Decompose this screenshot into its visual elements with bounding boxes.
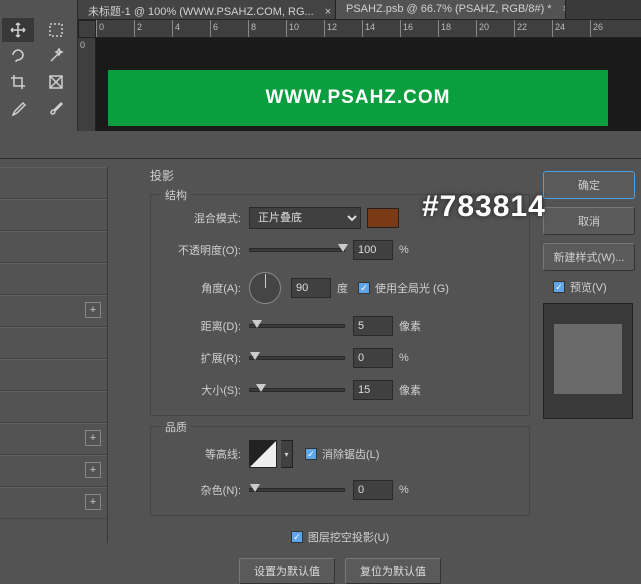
antialias-label: 消除锯齿(L) [322, 446, 379, 462]
distance-label: 距离(D): [161, 318, 241, 334]
spread-label: 扩展(R): [161, 350, 241, 366]
fieldset-label: 品质 [161, 419, 191, 435]
close-icon[interactable]: × [325, 6, 331, 18]
brush-tool-icon[interactable] [40, 96, 72, 120]
list-item[interactable] [0, 327, 107, 359]
canvas-area[interactable]: WWW.PSAHZ.COM [96, 38, 641, 131]
ruler-horizontal: 02 46 810 1214 1618 2022 2426 [96, 20, 641, 38]
panel-title: 投影 [150, 167, 530, 184]
list-item[interactable] [0, 167, 107, 199]
unit: % [399, 244, 409, 256]
preview-label: 预览(V) [570, 279, 607, 295]
move-tool-icon[interactable] [2, 18, 34, 42]
tab-label: 未标题-1 @ 100% (WWW.PSAHZ.COM, RG... [88, 6, 314, 18]
fieldset-label: 结构 [161, 187, 191, 203]
unit: 像素 [399, 318, 421, 334]
preview-checkbox[interactable] [553, 281, 565, 293]
plus-icon[interactable]: + [85, 494, 101, 510]
unit: 像素 [399, 382, 421, 398]
new-style-button[interactable]: 新建样式(W)... [543, 243, 635, 271]
plus-icon[interactable]: + [85, 430, 101, 446]
spread-slider[interactable] [249, 356, 345, 360]
tab-doc-2[interactable]: PSAHZ.psb @ 66.7% (PSAHZ, RGB/8#) * × [336, 0, 566, 19]
unit: % [399, 352, 409, 364]
lasso-tool-icon[interactable] [2, 44, 34, 68]
antialias-checkbox[interactable] [305, 448, 317, 460]
distance-input[interactable] [353, 316, 393, 336]
crop-tool-icon[interactable] [2, 70, 34, 94]
overlay-color-code: #783814 [422, 190, 546, 224]
color-swatch[interactable] [367, 208, 399, 228]
structure-fieldset: 结构 混合模式: 正片叠底 不透明度(O): % 角度(A): 度 使用全局光 … [150, 194, 530, 416]
preview-thumbnail [543, 303, 633, 419]
contour-label: 等高线: [161, 446, 241, 462]
list-item[interactable] [0, 231, 107, 263]
opacity-slider[interactable] [249, 248, 345, 252]
global-light-checkbox[interactable] [358, 282, 370, 294]
global-light-label: 使用全局光 (G) [375, 280, 449, 296]
banner-text: WWW.PSAHZ.COM [265, 87, 450, 109]
effects-list: + + + + [0, 167, 108, 543]
close-icon[interactable]: × [563, 3, 566, 15]
eyedropper-tool-icon[interactable] [2, 96, 34, 120]
angle-label: 角度(A): [161, 280, 241, 296]
size-slider[interactable] [249, 388, 345, 392]
plus-icon[interactable]: + [85, 462, 101, 478]
noise-label: 杂色(N): [161, 482, 241, 498]
dialog-actions: 确定 取消 新建样式(W)... 预览(V) [543, 171, 635, 419]
blend-mode-select[interactable]: 正片叠底 [249, 207, 361, 229]
tab-doc-1[interactable]: 未标题-1 @ 100% (WWW.PSAHZ.COM, RG... × [78, 0, 336, 19]
blend-mode-label: 混合模式: [161, 210, 241, 226]
banner-layer[interactable]: WWW.PSAHZ.COM [108, 70, 608, 126]
list-item[interactable]: + [0, 295, 107, 327]
list-item[interactable]: + [0, 455, 107, 487]
cancel-button[interactable]: 取消 [543, 207, 635, 235]
angle-dial[interactable] [249, 272, 281, 304]
opacity-input[interactable] [353, 240, 393, 260]
list-item[interactable] [0, 199, 107, 231]
list-item[interactable] [0, 391, 107, 423]
list-item[interactable]: + [0, 487, 107, 519]
list-item[interactable] [0, 263, 107, 295]
distance-slider[interactable] [249, 324, 345, 328]
frame-tool-icon[interactable] [40, 70, 72, 94]
list-item[interactable] [0, 359, 107, 391]
ruler-corner [78, 20, 96, 38]
unit: % [399, 484, 409, 496]
noise-slider[interactable] [249, 488, 345, 492]
plus-icon[interactable]: + [85, 302, 101, 318]
list-item[interactable]: + [0, 423, 107, 455]
ruler-vertical: 0 [78, 38, 96, 131]
wand-tool-icon[interactable] [40, 44, 72, 68]
noise-input[interactable] [353, 480, 393, 500]
tab-label: PSAHZ.psb @ 66.7% (PSAHZ, RGB/8#) * [346, 3, 552, 15]
contour-picker[interactable] [249, 440, 277, 468]
unit: 度 [337, 280, 348, 296]
marquee-tool-icon[interactable] [40, 18, 72, 42]
ok-button[interactable]: 确定 [543, 171, 635, 199]
size-input[interactable] [353, 380, 393, 400]
angle-input[interactable] [291, 278, 331, 298]
quality-fieldset: 品质 等高线: ▾ 消除锯齿(L) 杂色(N): % [150, 426, 530, 516]
document-tabs: 未标题-1 @ 100% (WWW.PSAHZ.COM, RG... × PSA… [78, 0, 641, 20]
chevron-down-icon[interactable]: ▾ [281, 440, 293, 468]
reset-default-button[interactable]: 复位为默认值 [345, 558, 441, 584]
opacity-label: 不透明度(O): [161, 242, 241, 258]
set-default-button[interactable]: 设置为默认值 [239, 558, 335, 584]
knockout-checkbox[interactable] [291, 531, 303, 543]
tool-palette [0, 0, 78, 131]
size-label: 大小(S): [161, 382, 241, 398]
spread-input[interactable] [353, 348, 393, 368]
